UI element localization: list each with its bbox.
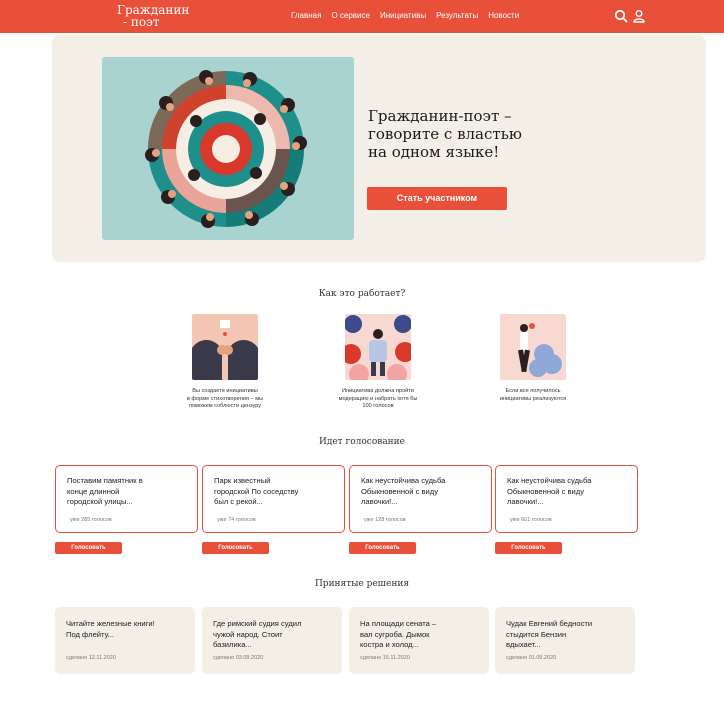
vote-button[interactable]: Голосовать (495, 542, 562, 554)
vote-count: уже 128 голосов (364, 517, 406, 523)
join-button[interactable]: Стать участником (367, 187, 507, 210)
decision-card[interactable]: Чудак Евгений бедности стыдится Бензин в… (495, 607, 635, 674)
logo-line-2: - поэт (123, 15, 160, 29)
decision-card-text: На площади сената – вал сугроба. Дымок к… (360, 619, 437, 649)
step-moderation-text: Инициатива должна пройти модерацию и наб… (338, 388, 418, 409)
decision-card-text: Читайте железные книги! Под флейту... (66, 619, 155, 639)
decisions-title: Принятые решения (314, 579, 410, 589)
step-create-illustration (192, 314, 258, 380)
vote-card-text: Как неустойчива судьба Обыкновенной с ви… (361, 476, 446, 506)
vote-card-text: Парк известный городской По соседству бы… (214, 476, 299, 506)
decision-card[interactable]: Читайте железные книги! Под флейту... сд… (55, 607, 195, 674)
step-moderation: Инициатива должна пройти модерацию и наб… (318, 314, 438, 411)
decision-card-text: Чудак Евгений бедности стыдится Бензин в… (506, 619, 593, 649)
search-icon[interactable] (614, 9, 628, 23)
hero-section: Гражданин-поэт – говорите с властью на о… (52, 35, 706, 262)
nav-item-home[interactable]: Главная (291, 11, 321, 20)
nav-item-about[interactable]: О сервисе (331, 11, 370, 20)
vote-card[interactable]: Как неустойчива судьба Обыкновенной с ви… (495, 465, 638, 533)
decision-date: сделано 01.09.2020 (506, 655, 557, 661)
decision-date: сделано 03.09.2020 (213, 655, 264, 661)
decision-card[interactable]: На площади сената – вал сугроба. Дымок к… (349, 607, 489, 674)
vote-count: уже 601 голосов (510, 517, 552, 523)
decision-date: сделано 12.11.2020 (66, 655, 116, 661)
step-create-text: Вы создаете инициативы в форме стихотвор… (186, 388, 264, 409)
vote-card-text: Как неустойчива судьба Обыкновенной с ви… (507, 476, 592, 506)
vote-card-text: Поставим памятник в конце длинной городс… (67, 476, 143, 506)
decision-card-text: Где римский судия судил чужой народ. Сто… (213, 619, 302, 649)
nav-item-news[interactable]: Новости (488, 11, 519, 20)
step-create: Вы создаете инициативы в форме стихотвор… (165, 314, 285, 411)
step-realized: Если все получилось инициативы реализуют… (473, 314, 593, 403)
how-it-works-title: Как это работает? (318, 289, 406, 299)
vote-card[interactable]: Как неустойчива судьба Обыкновенной с ви… (349, 465, 492, 533)
voting-title: Идет голосование (318, 437, 406, 447)
vote-button[interactable]: Голосовать (202, 542, 269, 554)
main-nav: Главная О сервисе Инициативы Результаты … (291, 11, 529, 20)
hero-title: Гражданин-поэт – говорите с властью на о… (368, 107, 522, 161)
nav-item-results[interactable]: Результаты (436, 11, 478, 20)
user-icon[interactable] (632, 9, 646, 23)
vote-button[interactable]: Голосовать (55, 542, 122, 554)
logo[interactable]: Гражданин - поэт (117, 4, 189, 28)
step-realized-text: Если все получилось инициативы реализуют… (499, 388, 567, 402)
vote-count: уже 285 голосов (70, 517, 112, 523)
hero-illustration (102, 57, 354, 240)
decision-date: сделано 15.11.2020 (360, 655, 410, 661)
top-header: Гражданин - поэт Главная О сервисе Иници… (0, 0, 724, 33)
step-realized-illustration (500, 314, 566, 380)
decision-card[interactable]: Где римский судия судил чужой народ. Сто… (202, 607, 342, 674)
vote-button[interactable]: Голосовать (349, 542, 416, 554)
step-moderation-illustration (345, 314, 411, 380)
nav-item-initiatives[interactable]: Инициативы (380, 11, 426, 20)
vote-card[interactable]: Поставим памятник в конце длинной городс… (55, 465, 198, 533)
vote-count: уже 74 голосов (217, 517, 256, 523)
vote-card[interactable]: Парк известный городской По соседству бы… (202, 465, 345, 533)
